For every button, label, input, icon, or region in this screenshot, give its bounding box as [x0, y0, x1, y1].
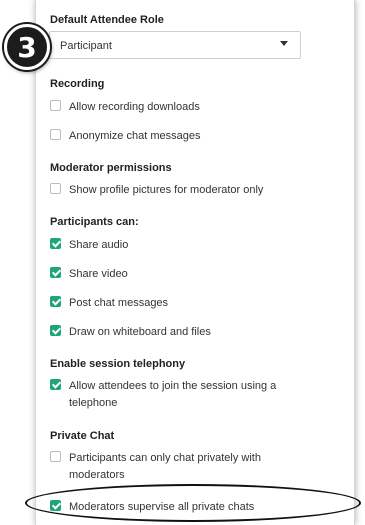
private-chat-heading: Private Chat: [50, 430, 115, 442]
default-attendee-role-select[interactable]: Participant: [49, 31, 301, 59]
anonymize-chat-messages-checkbox[interactable]: [50, 129, 61, 140]
step-number-badge: 3: [4, 24, 50, 70]
selected-role-value: Participant: [60, 40, 112, 52]
share-video-checkbox[interactable]: [50, 267, 61, 278]
show-profile-pictures-checkbox[interactable]: [50, 183, 61, 194]
option-label: Post chat messages: [69, 297, 169, 309]
join-by-telephone-checkbox[interactable]: [50, 379, 61, 390]
recording-heading: Recording: [50, 78, 105, 90]
option-label: Participants can only chat privately wit…: [69, 452, 261, 481]
option-label: Allow attendees to join the session usin…: [69, 380, 277, 409]
option-label: Allow recording downloads: [69, 101, 200, 113]
option-label: Anonymize chat messages: [69, 130, 201, 142]
session-telephony-heading: Enable session telephony: [50, 358, 186, 370]
private-chat-moderators-only-checkbox[interactable]: [50, 451, 61, 462]
draw-on-whiteboard-checkbox[interactable]: [50, 325, 61, 336]
chevron-down-icon: [280, 41, 288, 46]
share-audio-checkbox[interactable]: [50, 238, 61, 249]
option-label: Show profile pictures for moderator only: [69, 184, 264, 196]
default-attendee-role-heading: Default Attendee Role: [50, 14, 164, 26]
option-label: Draw on whiteboard and files: [69, 326, 211, 338]
allow-recording-downloads-checkbox[interactable]: [50, 100, 61, 111]
post-chat-messages-checkbox[interactable]: [50, 296, 61, 307]
option-label: Share video: [69, 268, 128, 280]
moderators-supervise-chats-checkbox[interactable]: [50, 500, 61, 511]
option-label: Share audio: [69, 239, 129, 251]
participants-can-heading: Participants can:: [50, 216, 139, 228]
option-label: Moderators supervise all private chats: [69, 501, 255, 513]
moderator-permissions-heading: Moderator permissions: [50, 162, 172, 174]
